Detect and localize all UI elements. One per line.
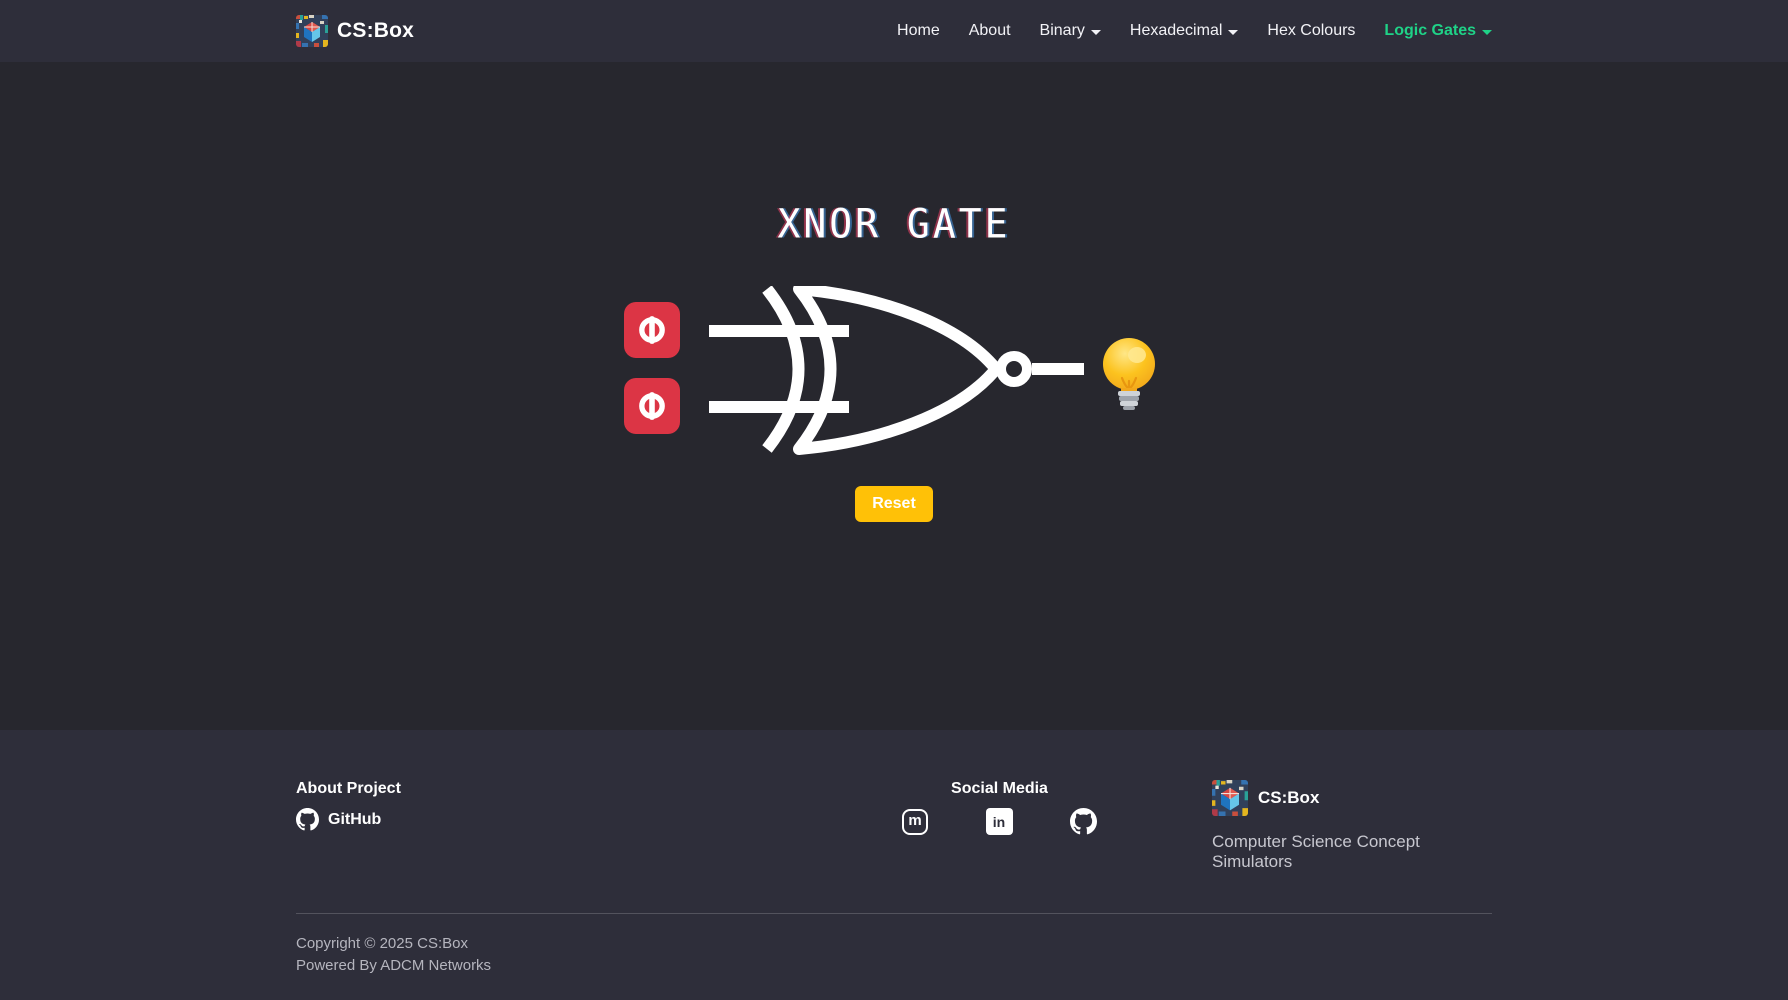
footer-social-column: Social Media — [902, 780, 1097, 872]
footer-brand-column: CS:Box Computer Science Concept Simulato… — [1212, 780, 1492, 872]
reset-button[interactable]: Reset — [855, 486, 933, 522]
lightbulb-on-icon — [1097, 336, 1161, 412]
csbox-logo-icon — [1212, 780, 1248, 816]
xor-extra-arc — [767, 289, 799, 449]
linkedin-link[interactable] — [986, 808, 1013, 835]
nav-item-logic-gates[interactable]: Logic Gates — [1384, 22, 1492, 40]
nav-item-binary[interactable]: Binary — [1040, 22, 1101, 40]
xnor-gate-diagram — [624, 286, 1164, 456]
nav-item-label: Logic Gates — [1384, 22, 1476, 40]
gate-title: XNOR GATE — [778, 201, 1011, 247]
social-media-heading: Social Media — [951, 780, 1048, 798]
nav-item-label: Home — [897, 22, 940, 40]
footer-about-column: About Project GitHub — [296, 780, 902, 872]
mastodon-icon — [902, 809, 928, 835]
gate-body — [799, 289, 996, 449]
chevron-down-icon — [1482, 30, 1492, 35]
footer-tagline: Computer Science Concept Simulators — [1212, 832, 1492, 872]
nav-item-label: Binary — [1040, 22, 1085, 40]
nav-menu: Home About Binary Hexadecimal Hex Colour… — [897, 22, 1492, 40]
nav-item-label: About — [969, 22, 1011, 40]
github-social-link[interactable] — [1070, 808, 1097, 835]
github-link-label: GitHub — [328, 811, 381, 829]
inversion-bubble — [1001, 356, 1027, 382]
gate-stage — [624, 286, 1164, 456]
chevron-down-icon — [1228, 30, 1238, 35]
footer: About Project GitHub Social Media — [0, 730, 1788, 1000]
powered-by-line: Powered By ADCM Networks — [296, 955, 1492, 977]
copyright-line: Copyright © 2025 CS:Box — [296, 933, 1492, 955]
linkedin-icon — [986, 808, 1013, 835]
nav-item-hex-colours[interactable]: Hex Colours — [1267, 22, 1355, 40]
about-project-heading: About Project — [296, 780, 902, 798]
chevron-down-icon — [1091, 30, 1101, 35]
brand-name: CS:Box — [337, 19, 414, 43]
navbar: CS:Box Home About Binary Hexadecimal Hex… — [0, 0, 1788, 62]
footer-brand-name: CS:Box — [1258, 788, 1319, 808]
nav-item-hexadecimal[interactable]: Hexadecimal — [1130, 22, 1238, 40]
nav-item-label: Hexadecimal — [1130, 22, 1222, 40]
github-icon — [1070, 808, 1097, 835]
github-icon — [296, 808, 319, 831]
main-content: XNOR GATE — [0, 62, 1788, 730]
nav-item-label: Hex Colours — [1267, 22, 1355, 40]
github-link[interactable]: GitHub — [296, 808, 902, 831]
csbox-logo-icon — [296, 15, 328, 47]
nav-item-home[interactable]: Home — [897, 22, 940, 40]
mastodon-link[interactable] — [902, 809, 928, 835]
brand-link[interactable]: CS:Box — [296, 15, 414, 47]
nav-item-about[interactable]: About — [969, 22, 1011, 40]
